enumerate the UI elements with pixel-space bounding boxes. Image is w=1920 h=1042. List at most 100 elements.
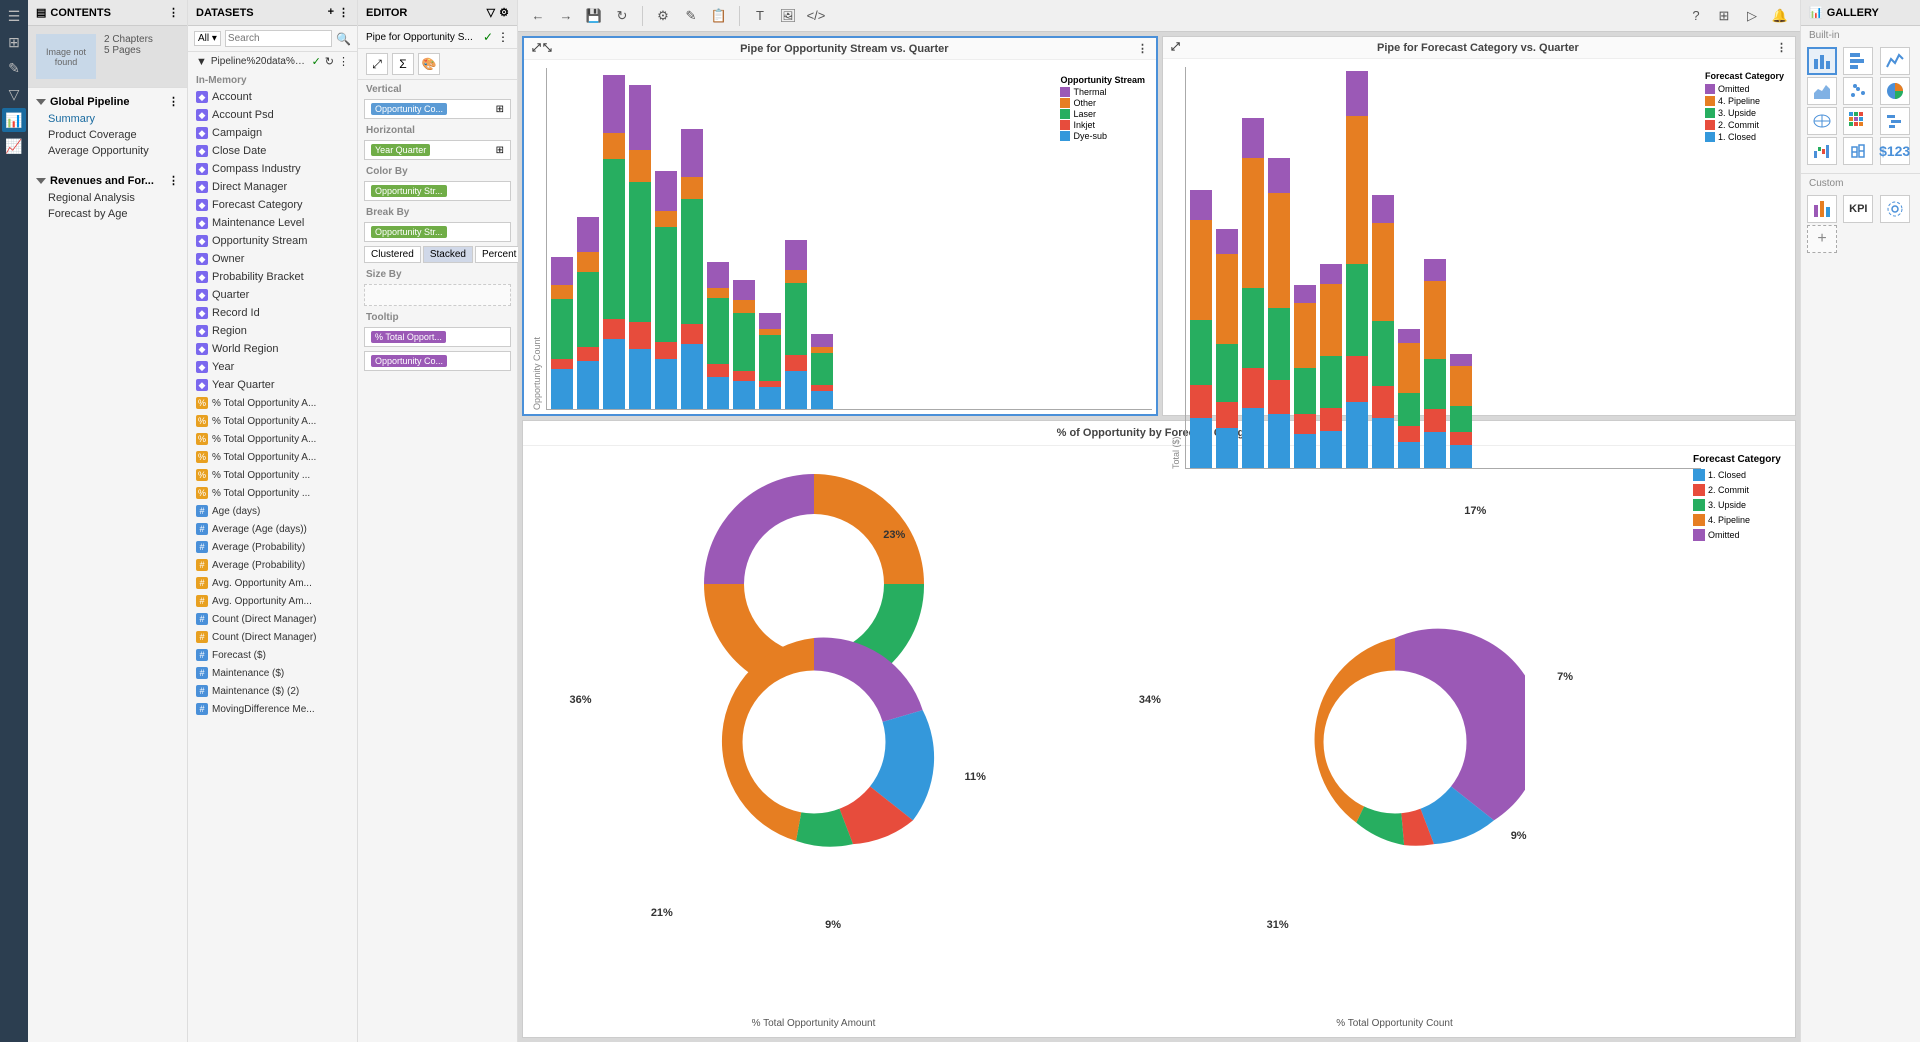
- search-input[interactable]: [225, 30, 332, 47]
- filter-editor-icon[interactable]: ▽: [487, 6, 495, 19]
- field-age[interactable]: # Age (days): [188, 502, 357, 520]
- thumbnail-image[interactable]: Image not found: [36, 34, 96, 79]
- add-chart-btn[interactable]: +: [1807, 225, 1837, 253]
- field-opp-stream[interactable]: ◆ Opportunity Stream: [188, 232, 357, 250]
- vertical-shelf[interactable]: Opportunity Co... ⊞: [364, 99, 511, 119]
- nav-item-forecast[interactable]: Forecast by Age: [28, 206, 187, 222]
- layout-btn[interactable]: ⊞: [1712, 4, 1736, 28]
- field-record-id[interactable]: ◆ Record Id: [188, 304, 357, 322]
- nav-item-summary[interactable]: Summary: [28, 111, 187, 127]
- c2-bar-2[interactable]: [1216, 229, 1238, 468]
- sigma-btn[interactable]: Σ: [392, 53, 414, 75]
- colorby-shelf[interactable]: Opportunity Str...: [364, 181, 511, 201]
- bar-9[interactable]: [759, 313, 781, 409]
- horizontal-pill-btn[interactable]: ⊞: [496, 145, 504, 156]
- bar-3[interactable]: [603, 75, 625, 409]
- side-bar-gallery-item[interactable]: [1843, 47, 1873, 75]
- bar-chart-gallery-item[interactable]: [1807, 47, 1837, 75]
- c2-bar-7[interactable]: [1346, 71, 1368, 468]
- field-prob-bracket[interactable]: ◆ Probability Bracket: [188, 268, 357, 286]
- field-avg-prob1[interactable]: # Average (Probability): [188, 538, 357, 556]
- dataset-menu[interactable]: ⋮: [497, 30, 509, 44]
- settings-editor-icon[interactable]: ⚙: [499, 6, 509, 19]
- chart1-expand-icon[interactable]: ⤢: [532, 42, 541, 55]
- present-btn[interactable]: ▷: [1740, 4, 1764, 28]
- expand-editor-btn[interactable]: ⤢: [366, 53, 388, 75]
- field-pct1[interactable]: % % Total Opportunity A...: [188, 394, 357, 412]
- settings-custom-item[interactable]: [1880, 195, 1910, 223]
- dataset-item[interactable]: ▼ Pipeline%20data%2... ✓ ↻ ⋮: [188, 52, 357, 71]
- clustered-btn[interactable]: Clustered: [364, 246, 421, 263]
- code-btn[interactable]: </>: [804, 4, 828, 28]
- bar-1[interactable]: [551, 257, 573, 409]
- field-year-quarter[interactable]: ◆ Year Quarter: [188, 376, 357, 394]
- area-gallery-item[interactable]: [1807, 77, 1837, 105]
- paint-btn[interactable]: 🎨: [418, 53, 440, 75]
- image-btn[interactable]: 🖼: [776, 4, 800, 28]
- field-account[interactable]: ◆ Account: [188, 88, 357, 106]
- field-pct2[interactable]: % % Total Opportunity A...: [188, 412, 357, 430]
- revenues-menu[interactable]: ⋮: [168, 174, 179, 187]
- field-maintenance[interactable]: ◆ Maintenance Level: [188, 214, 357, 232]
- datasets-menu-icon[interactable]: ⋮: [338, 6, 349, 19]
- sizeby-empty[interactable]: [364, 284, 511, 306]
- box-gallery-item[interactable]: [1843, 137, 1873, 165]
- contents-menu-icon[interactable]: ⋮: [168, 6, 179, 19]
- tooltip-item2[interactable]: Opportunity Co...: [364, 351, 511, 371]
- field-close-date[interactable]: ◆ Close Date: [188, 142, 357, 160]
- hamburger-icon[interactable]: ☰: [2, 4, 26, 28]
- field-forecast-cat[interactable]: ◆ Forecast Category: [188, 196, 357, 214]
- field-maintenance-dollar2[interactable]: # Maintenance ($) (2): [188, 682, 357, 700]
- edit-btn[interactable]: ✎: [679, 4, 703, 28]
- field-owner[interactable]: ◆ Owner: [188, 250, 357, 268]
- stacked-btn[interactable]: Stacked: [423, 246, 473, 263]
- paint-icon[interactable]: ✎: [2, 56, 26, 80]
- bar-5[interactable]: [655, 171, 677, 409]
- text-btn[interactable]: T: [748, 4, 772, 28]
- dropdown-all[interactable]: All ▾: [194, 31, 221, 46]
- field-world-region[interactable]: ◆ World Region: [188, 340, 357, 358]
- nav-item-avg[interactable]: Average Opportunity: [28, 143, 187, 159]
- c2-bar-10[interactable]: [1424, 259, 1446, 468]
- chart1-menu-icon[interactable]: ⋮: [1137, 42, 1148, 55]
- bar-7[interactable]: [707, 262, 729, 409]
- c2-bar-5[interactable]: [1294, 285, 1316, 468]
- analytics-icon[interactable]: 📊: [2, 108, 26, 132]
- dataset-menu-icon[interactable]: ⋮: [338, 55, 349, 68]
- clipboard-btn[interactable]: 📋: [707, 4, 731, 28]
- global-pipeline-menu[interactable]: ⋮: [168, 95, 179, 108]
- field-region[interactable]: ◆ Region: [188, 322, 357, 340]
- refresh-btn[interactable]: ↻: [610, 4, 634, 28]
- number-gallery-item[interactable]: $123: [1880, 137, 1910, 165]
- pages-icon[interactable]: ⊞: [2, 30, 26, 54]
- revenues-header[interactable]: Revenues and For... ⋮: [28, 171, 187, 190]
- nav-item-product[interactable]: Product Coverage: [28, 127, 187, 143]
- field-count-dm2[interactable]: # Count (Direct Manager): [188, 628, 357, 646]
- kpi-item[interactable]: KPI: [1843, 195, 1873, 223]
- field-pct5[interactable]: % % Total Opportunity ...: [188, 466, 357, 484]
- bar-6[interactable]: [681, 129, 703, 409]
- field-avg-opp2[interactable]: # Avg. Opportunity Am...: [188, 592, 357, 610]
- custom-chart-item[interactable]: [1807, 195, 1837, 223]
- c2-bar-8[interactable]: [1372, 195, 1394, 468]
- horizontal-shelf[interactable]: Year Quarter ⊞: [364, 140, 511, 160]
- tooltip-item1[interactable]: % Total Opport...: [364, 327, 511, 347]
- bar-2[interactable]: [577, 217, 599, 409]
- datasets-add-icon[interactable]: +: [328, 6, 334, 19]
- help-btn[interactable]: ?: [1684, 4, 1708, 28]
- chart2-menu-icon[interactable]: ⋮: [1776, 41, 1787, 54]
- bar-8[interactable]: [733, 280, 755, 409]
- field-avg-prob2[interactable]: # Average (Probability): [188, 556, 357, 574]
- line-gallery-item[interactable]: [1880, 47, 1910, 75]
- chart1-zoom-icon[interactable]: ⤡: [543, 42, 552, 55]
- alert-btn[interactable]: 🔔: [1768, 4, 1792, 28]
- field-maintenance-dollar[interactable]: # Maintenance ($): [188, 664, 357, 682]
- forward-btn[interactable]: →: [554, 4, 578, 28]
- chart2-expand-icon[interactable]: ⤢: [1171, 41, 1180, 54]
- pie-gallery-item[interactable]: [1880, 77, 1910, 105]
- field-avg-opp1[interactable]: # Avg. Opportunity Am...: [188, 574, 357, 592]
- bar-4[interactable]: [629, 85, 651, 409]
- field-compass[interactable]: ◆ Compass Industry: [188, 160, 357, 178]
- field-forecast-dollar[interactable]: # Forecast ($): [188, 646, 357, 664]
- back-btn[interactable]: ←: [526, 4, 550, 28]
